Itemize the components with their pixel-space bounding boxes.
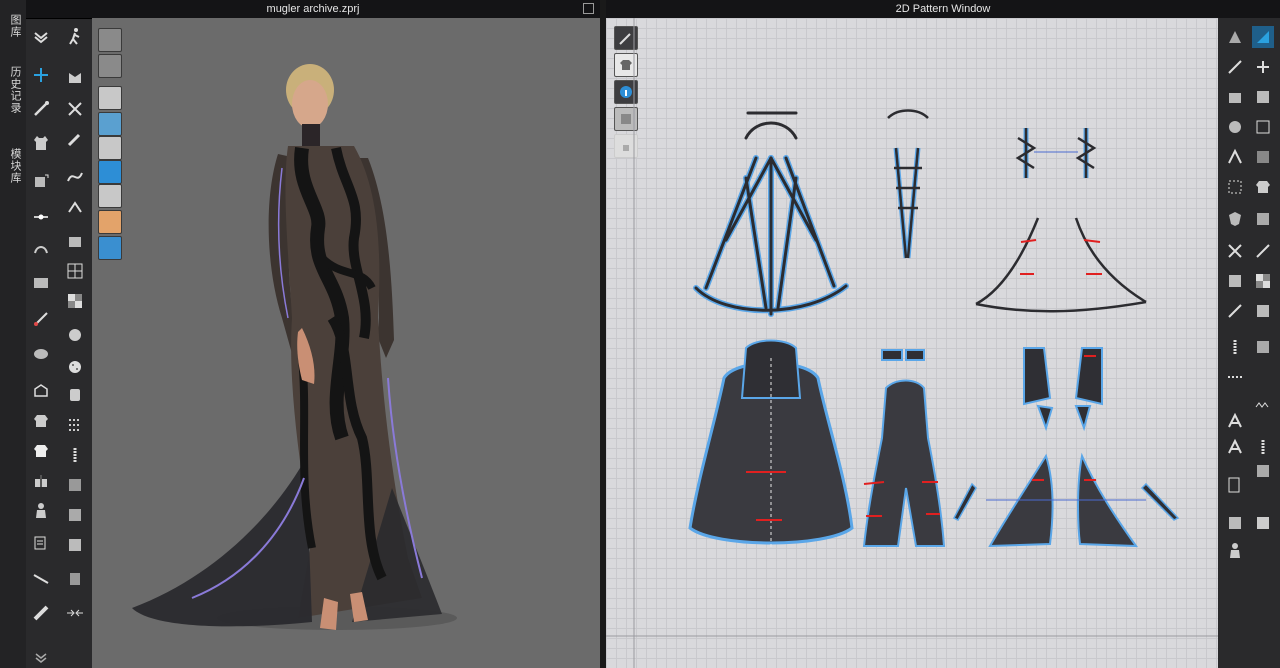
rectangle-icon[interactable] (1252, 86, 1274, 108)
garment-icon[interactable] (30, 132, 52, 154)
graphic-icon[interactable] (1252, 300, 1274, 322)
fabric-icon[interactable] (30, 272, 52, 294)
measure-edit-icon[interactable] (1252, 336, 1274, 358)
transform-icon[interactable] (30, 170, 52, 192)
circle-icon[interactable] (1224, 116, 1246, 138)
pencil-icon[interactable] (64, 128, 86, 150)
measure-icon[interactable] (30, 532, 52, 554)
segment-icon[interactable] (64, 196, 86, 218)
pin-edit-icon[interactable] (1224, 300, 1246, 322)
ruler-grid-icon[interactable] (1224, 474, 1246, 496)
texture-edit-icon[interactable] (1252, 270, 1274, 292)
window-expand-icon[interactable] (583, 3, 594, 14)
trim-icon[interactable] (64, 474, 86, 496)
pattern-piece-gown-panels (688, 339, 854, 548)
sidebar-tab-history[interactable]: 历史记录 (3, 66, 23, 114)
sidebar-tab-library[interactable]: 图库 (3, 14, 23, 38)
grid-select-icon[interactable] (1224, 176, 1246, 198)
ruler-edit-icon[interactable] (1224, 336, 1246, 358)
print-layout-icon[interactable] (1252, 512, 1274, 534)
edit-pattern-icon[interactable] (30, 98, 52, 120)
pattern-layout (606, 18, 1218, 668)
button-icon[interactable] (64, 356, 86, 378)
layer-down-icon[interactable] (30, 26, 52, 48)
shirt-icon[interactable] (30, 440, 52, 462)
arrange-icon[interactable] (1224, 512, 1246, 534)
dart-icon[interactable] (1224, 146, 1246, 168)
3d-window-titlebar: mugler archive.zprj (26, 0, 600, 19)
2d-toolbar (1218, 18, 1280, 668)
library-sidebar: 图库 历史记录 模块库 (0, 0, 27, 668)
3d-viewport[interactable] (92, 18, 600, 668)
trim-edit-icon[interactable] (1252, 460, 1274, 482)
texture-icon[interactable] (64, 290, 86, 312)
3d-window-title: mugler archive.zprj (266, 3, 360, 15)
wave-stitch-icon[interactable] (1252, 396, 1274, 418)
box-icon[interactable] (30, 380, 52, 402)
shield-icon[interactable] (1224, 208, 1246, 230)
edit-point-icon[interactable] (1224, 56, 1246, 78)
internal-polygon-icon[interactable] (1252, 116, 1274, 138)
2d-window-title: 2D Pattern Window (895, 3, 991, 15)
ruler-icon[interactable] (30, 602, 52, 624)
text-annotation-icon[interactable] (1224, 410, 1246, 432)
arrange-arrows-icon[interactable] (64, 602, 86, 624)
fold-arrange-icon[interactable] (64, 504, 86, 526)
2d-pattern-window[interactable] (606, 18, 1218, 668)
tack-icon[interactable] (64, 230, 86, 252)
pattern-piece-bodice-panels (862, 349, 946, 547)
text-edit-icon[interactable] (1224, 436, 1246, 458)
sculpt-icon[interactable] (64, 568, 86, 590)
add-point-icon[interactable] (1252, 56, 1274, 78)
sew-pattern-icon[interactable] (1224, 270, 1246, 292)
pattern-grid-icon[interactable] (64, 260, 86, 282)
chevron-down-icon[interactable] (30, 646, 52, 668)
trace-icon[interactable] (1252, 146, 1274, 168)
add-button-icon[interactable] (64, 324, 86, 346)
buttonhole-icon[interactable] (64, 384, 86, 406)
3d-toolbar-primary (26, 18, 58, 668)
needle-icon[interactable] (30, 308, 52, 330)
select-move-icon[interactable] (30, 64, 52, 86)
pin-icon[interactable] (30, 204, 52, 226)
walk-icon[interactable] (64, 26, 86, 48)
zipper-icon[interactable] (64, 444, 86, 466)
avatar-garment-render (132, 64, 457, 630)
corner-triangle-icon[interactable] (1252, 26, 1274, 48)
brush-icon[interactable] (30, 342, 52, 364)
gift-icon[interactable] (30, 470, 52, 492)
2d-window-titlebar: 2D Pattern Window (606, 0, 1280, 19)
fold-icon[interactable] (30, 238, 52, 260)
shirt-pattern-icon[interactable] (1252, 176, 1274, 198)
pattern-piece-sleeve-panels (952, 347, 1180, 548)
angle-icon[interactable] (30, 568, 52, 590)
fitting-icon[interactable] (64, 534, 86, 556)
fabric-select-icon[interactable] (1252, 208, 1274, 230)
sidebar-tab-modules[interactable]: 模块库 (3, 148, 23, 184)
cloth-move-icon[interactable] (64, 66, 86, 88)
curve-icon[interactable] (64, 166, 86, 188)
avatar-2d-icon[interactable] (1224, 540, 1246, 562)
cut-icon[interactable] (64, 98, 86, 120)
avatar-body-icon[interactable] (30, 500, 52, 522)
sew-segment-icon[interactable] (1224, 240, 1246, 262)
pattern-select-icon[interactable] (1224, 26, 1246, 48)
zipper-edit-icon[interactable] (1252, 436, 1274, 458)
topstitch-edit-icon[interactable] (1224, 366, 1246, 388)
sew-free-icon[interactable] (1252, 240, 1274, 262)
3d-toolbar-secondary (58, 18, 92, 668)
avatar-shirt-icon[interactable] (30, 410, 52, 432)
polygon-icon[interactable] (1224, 86, 1246, 108)
topstitch-icon[interactable] (64, 414, 86, 436)
